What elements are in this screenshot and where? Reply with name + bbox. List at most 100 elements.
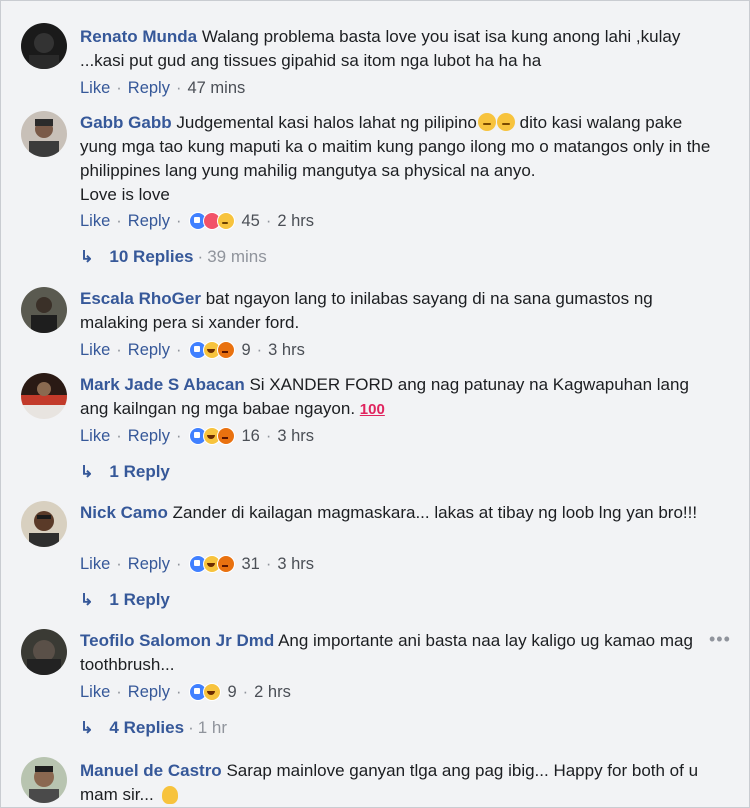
view-replies-link[interactable]: ↳ 1 Reply bbox=[80, 589, 170, 611]
separator: · bbox=[256, 340, 263, 359]
avatar[interactable] bbox=[21, 287, 67, 333]
comment-body: Mark Jade S Abacan Si XANDER FORD ang na… bbox=[80, 373, 720, 422]
avatar[interactable] bbox=[21, 111, 67, 157]
comment-actions: Like · Reply · 47 mins bbox=[80, 77, 245, 99]
separator: · bbox=[175, 340, 182, 359]
separator: · bbox=[116, 211, 122, 230]
separator: · bbox=[197, 247, 204, 266]
replies-count[interactable]: 1 Reply bbox=[109, 462, 169, 482]
comment-text: Judgemental kasi halos lahat ng pilipino bbox=[176, 113, 477, 132]
view-replies-link[interactable]: ↳ 4 Replies · 1 hr bbox=[80, 717, 227, 739]
replies-count[interactable]: 4 Replies bbox=[109, 718, 184, 738]
avatar[interactable] bbox=[21, 629, 67, 675]
comment-time[interactable]: 47 mins bbox=[187, 79, 245, 98]
separator: · bbox=[265, 554, 272, 573]
like-button[interactable]: Like bbox=[80, 79, 110, 98]
comment-body: Gabb Gabb Judgemental kasi halos lahat n… bbox=[80, 111, 720, 207]
separator: · bbox=[116, 682, 122, 701]
comment-time[interactable]: 3 hrs bbox=[277, 427, 314, 446]
comment-actions: Like · Reply · 31 · 3 hrs bbox=[80, 553, 314, 575]
separator: · bbox=[116, 554, 122, 573]
angry-reaction-icon bbox=[217, 341, 236, 359]
ok-hand-emoji-icon bbox=[162, 786, 179, 804]
reaction-summary[interactable] bbox=[189, 341, 236, 359]
like-button[interactable]: Like bbox=[80, 683, 110, 702]
replies-time: 39 mins bbox=[207, 247, 267, 266]
reaction-summary[interactable] bbox=[189, 555, 236, 573]
reaction-summary[interactable] bbox=[189, 427, 236, 445]
comment-author[interactable]: Renato Munda bbox=[80, 27, 197, 46]
comment-text-line: Love is love bbox=[80, 185, 170, 204]
separator: · bbox=[116, 426, 122, 445]
separator: · bbox=[188, 718, 194, 737]
like-button[interactable]: Like bbox=[80, 212, 110, 231]
separator: · bbox=[116, 78, 122, 97]
view-replies-link[interactable]: ↳ 1 Reply bbox=[80, 461, 170, 483]
separator: · bbox=[116, 340, 122, 359]
comment-author[interactable]: Teofilo Salomon Jr Dmd bbox=[80, 631, 274, 650]
avatar[interactable] bbox=[21, 373, 67, 419]
relieved-emoji-icon bbox=[496, 113, 515, 131]
reaction-count[interactable]: 16 bbox=[241, 427, 259, 446]
comment-time[interactable]: 2 hrs bbox=[277, 212, 314, 231]
separator: · bbox=[242, 682, 249, 701]
replies-time: 1 hr bbox=[197, 718, 228, 737]
avatar[interactable] bbox=[21, 757, 67, 803]
comment-author[interactable]: Mark Jade S Abacan bbox=[80, 375, 245, 394]
separator: · bbox=[175, 554, 182, 573]
reaction-count[interactable]: 9 bbox=[227, 683, 236, 702]
comment-body: Teofilo Salomon Jr Dmd Ang importante an… bbox=[80, 629, 720, 677]
reply-button[interactable]: Reply bbox=[128, 212, 170, 231]
separator: · bbox=[175, 426, 182, 445]
like-button[interactable]: Like bbox=[80, 427, 110, 446]
reaction-count[interactable]: 9 bbox=[241, 341, 250, 360]
comment-time[interactable]: 3 hrs bbox=[268, 341, 305, 360]
reply-button[interactable]: Reply bbox=[128, 427, 170, 446]
comment-time[interactable]: 2 hrs bbox=[254, 683, 291, 702]
haha-reaction-icon bbox=[203, 683, 222, 701]
replies-count[interactable]: 1 Reply bbox=[109, 590, 169, 610]
reply-button[interactable]: Reply bbox=[128, 341, 170, 360]
comment-body: Renato Munda Walang problema basta love … bbox=[80, 25, 720, 73]
sad-reaction-icon bbox=[217, 212, 236, 230]
comment-author[interactable]: Nick Camo bbox=[80, 503, 168, 522]
relieved-emoji-icon bbox=[477, 113, 496, 131]
separator: · bbox=[175, 682, 182, 701]
avatar[interactable] bbox=[21, 501, 67, 547]
reaction-summary[interactable] bbox=[189, 683, 222, 701]
comment-author[interactable]: Manuel de Castro bbox=[80, 761, 222, 780]
comment-actions: Like · Reply · 9 · 2 hrs bbox=[80, 681, 291, 703]
replies-count[interactable]: 10 Replies bbox=[109, 247, 193, 267]
comment-actions: Like · Reply · 16 · 3 hrs bbox=[80, 425, 314, 447]
reaction-count[interactable]: 45 bbox=[241, 212, 259, 231]
comment-text: Zander di kailagan magmaskara... lakas a… bbox=[172, 503, 698, 522]
comment-actions: Like · Reply · 9 · 3 hrs bbox=[80, 339, 305, 361]
reaction-summary[interactable] bbox=[189, 212, 236, 230]
reply-button[interactable]: Reply bbox=[128, 683, 170, 702]
avatar[interactable] bbox=[21, 23, 67, 69]
reply-button[interactable]: Reply bbox=[128, 79, 170, 98]
comment-thread: Renato Munda Walang problema basta love … bbox=[0, 0, 750, 808]
comment-author[interactable]: Gabb Gabb bbox=[80, 113, 172, 132]
comment-body: Manuel de Castro Sarap mainlove ganyan t… bbox=[80, 759, 720, 807]
view-replies-link[interactable]: ↳ 10 Replies · 39 mins bbox=[80, 246, 267, 268]
hundred-points-emoji: 100 bbox=[359, 401, 385, 418]
reaction-count[interactable]: 31 bbox=[241, 555, 259, 574]
separator: · bbox=[175, 211, 182, 230]
comment-body: Escala RhoGer bat ngayon lang to inilaba… bbox=[80, 287, 720, 335]
like-button[interactable]: Like bbox=[80, 341, 110, 360]
comment-time[interactable]: 3 hrs bbox=[277, 555, 314, 574]
separator: · bbox=[265, 211, 272, 230]
reply-arrow-icon: ↳ bbox=[80, 720, 94, 737]
separator: · bbox=[265, 426, 272, 445]
comment-actions: Like · Reply · 45 · 2 hrs bbox=[80, 210, 314, 232]
more-options-icon[interactable]: ••• bbox=[709, 629, 731, 650]
reply-arrow-icon: ↳ bbox=[80, 592, 94, 609]
separator: · bbox=[175, 78, 182, 97]
reply-arrow-icon: ↳ bbox=[80, 249, 94, 266]
like-button[interactable]: Like bbox=[80, 555, 110, 574]
comment-author[interactable]: Escala RhoGer bbox=[80, 289, 201, 308]
reply-button[interactable]: Reply bbox=[128, 555, 170, 574]
comment-body: Nick Camo Zander di kailagan magmaskara.… bbox=[80, 501, 720, 525]
angry-reaction-icon bbox=[217, 555, 236, 573]
